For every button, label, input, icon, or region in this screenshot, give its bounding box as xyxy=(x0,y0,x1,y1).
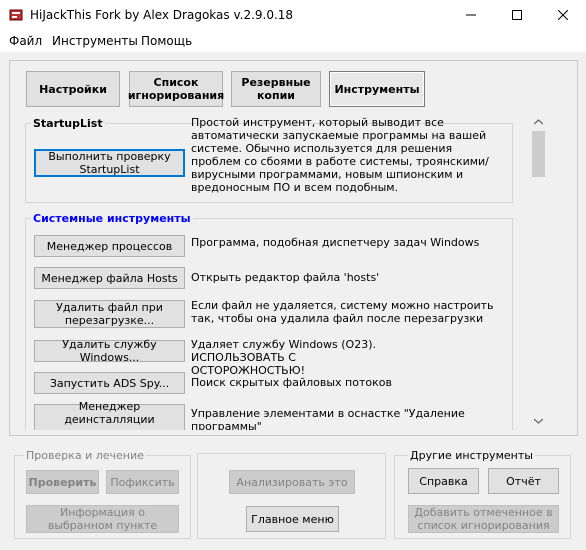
process-manager-description: Программа, подобная диспетчеру задач Win… xyxy=(191,236,480,249)
close-icon xyxy=(558,10,568,20)
tab-ignore-list[interactable]: Список игнорирования xyxy=(128,71,224,107)
add-to-ignore-button[interactable]: Добавить отмеченное в список игнорирован… xyxy=(408,505,559,533)
menu-help[interactable]: Помощь xyxy=(141,34,192,48)
analyze-button[interactable]: Анализировать это xyxy=(229,470,355,494)
other-tools-label: Другие инструменты xyxy=(408,449,535,462)
help-button[interactable]: Справка xyxy=(408,468,479,494)
menu-tools[interactable]: Инструменты xyxy=(52,34,138,48)
menu-bar: Файл Инструменты Помощь xyxy=(0,30,586,52)
main-menu-button[interactable]: Главное меню xyxy=(246,506,339,532)
delete-service-description: Удаляет службу Windows (O23). ИСПОЛЬЗОВА… xyxy=(191,338,376,377)
hosts-manager-button[interactable]: Менеджер файла Hosts xyxy=(34,267,185,289)
report-button[interactable]: Отчёт xyxy=(488,468,559,494)
title-bar: HiJackThis Fork by Alex Dragokas v.2.9.0… xyxy=(0,0,586,30)
ads-spy-button[interactable]: Запустить ADS Spy... xyxy=(34,372,185,394)
delete-service-button[interactable]: Удалить службу Windows... xyxy=(34,338,185,364)
tab-backups[interactable]: Резервные копии xyxy=(231,71,321,107)
app-icon xyxy=(9,9,23,21)
system-tools-header: Системные инструменты xyxy=(31,212,193,225)
maximize-button[interactable] xyxy=(494,0,540,30)
uninstall-manager-button[interactable]: Менеджер деинсталляции программ xyxy=(34,400,185,430)
scan-button[interactable]: Проверить xyxy=(26,470,99,494)
tools-scroll-area: StartupList Выполнить проверку StartupLi… xyxy=(17,114,530,430)
scroll-thumb[interactable] xyxy=(532,131,545,177)
tab-settings[interactable]: Настройки xyxy=(26,71,120,107)
maximize-icon xyxy=(512,10,522,20)
fix-button[interactable]: Пофиксить xyxy=(106,470,179,494)
process-manager-button[interactable]: Менеджер процессов xyxy=(34,235,185,257)
minimize-icon xyxy=(466,14,476,16)
ads-spy-description: Поиск скрытых файловых потоков xyxy=(191,376,392,389)
delete-on-reboot-description: Если файл не удаляется, систему можно на… xyxy=(191,299,494,325)
minimize-button[interactable] xyxy=(448,0,494,30)
close-button[interactable] xyxy=(540,0,586,30)
startuplist-description: Простой инструмент, который выводит все … xyxy=(191,116,489,194)
run-startuplist-button[interactable]: Выполнить проверку StartupList xyxy=(34,149,185,177)
scroll-up-icon[interactable] xyxy=(534,119,543,125)
delete-on-reboot-button[interactable]: Удалить файл при перезагрузке... xyxy=(34,300,185,328)
window-title: HiJackThis Fork by Alex Dragokas v.2.9.0… xyxy=(30,8,294,22)
scroll-down-icon[interactable] xyxy=(534,418,543,424)
check-fix-label: Проверка и лечение xyxy=(24,449,146,462)
menu-file[interactable]: Файл xyxy=(9,34,42,48)
hosts-manager-description: Открыть редактор файла 'hosts' xyxy=(191,271,380,284)
tab-tools[interactable]: Инструменты xyxy=(329,71,425,107)
uninstall-manager-description: Управление элементами в оснастке "Удален… xyxy=(191,407,465,430)
startuplist-header: StartupList xyxy=(31,117,105,130)
item-info-button[interactable]: Информация о выбранном пункте xyxy=(26,505,179,533)
